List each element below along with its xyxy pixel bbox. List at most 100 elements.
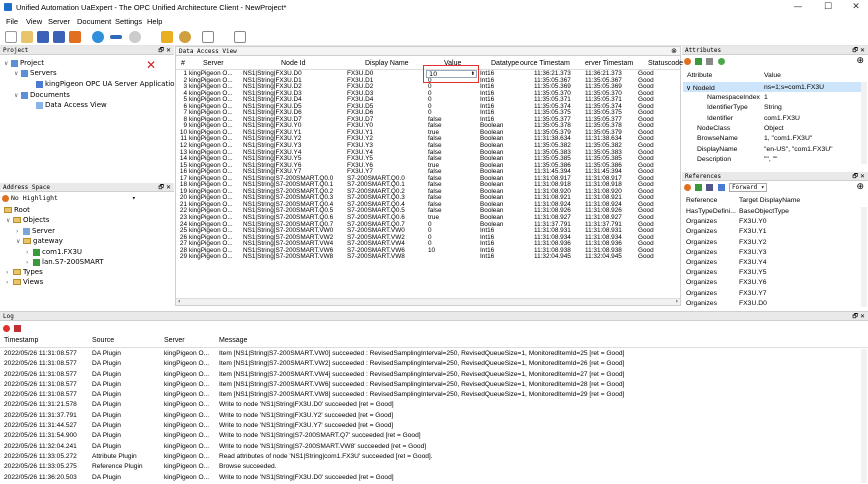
ref-target[interactable]: FX3U.D0 <box>739 300 767 307</box>
chevron-right-icon[interactable]: › <box>26 259 33 267</box>
remove-server-icon[interactable] <box>110 35 122 39</box>
panel-controls[interactable]: 🗗 ✕ <box>852 172 865 181</box>
ref-target[interactable]: FX3U.Y4 <box>739 259 767 266</box>
references-scrollbar[interactable] <box>861 207 867 307</box>
chevron-right-icon[interactable]: › <box>6 279 13 287</box>
ref-type[interactable]: Organizes <box>686 269 717 276</box>
ref-target[interactable]: FX3U.Y1 <box>739 228 767 235</box>
add-icon[interactable] <box>717 57 725 65</box>
ref-target[interactable]: FX3U.Y2 <box>739 239 767 246</box>
tree-item-com1-fx3u[interactable]: › com1.FX3U <box>26 248 82 257</box>
tree-item-lan-s7[interactable]: › lan.S7-200SMART <box>26 258 104 267</box>
chevron-down-icon[interactable]: ▾ <box>761 184 765 191</box>
ref-type[interactable]: Organizes <box>686 300 717 307</box>
tree-item-servers[interactable]: ∨ Servers <box>14 69 57 78</box>
add-server-icon[interactable] <box>92 31 104 43</box>
tree-item-server-app[interactable]: kingPigeon OPC UA Server Application <box>36 80 179 88</box>
tree-item-root[interactable]: Root <box>4 206 30 214</box>
col-displayname[interactable]: Display Name <box>365 60 409 67</box>
tree-item-server[interactable]: › Server <box>16 227 55 236</box>
log-col-source[interactable]: Source <box>92 337 114 344</box>
menu-document[interactable]: Document <box>77 17 111 26</box>
menu-settings[interactable]: Settings <box>115 17 142 26</box>
user-icon[interactable] <box>179 31 191 43</box>
spinner-icon[interactable]: ⬍ <box>471 71 475 78</box>
panel-controls[interactable]: 🗗 ✕ <box>852 46 865 55</box>
ref-type[interactable]: Organizes <box>686 218 717 225</box>
scroll-left-icon[interactable]: ‹ <box>178 298 180 305</box>
plus-icon[interactable]: ⊕ <box>856 182 864 192</box>
close-button[interactable]: ✕ <box>846 2 866 12</box>
tree-item-types[interactable]: › Types <box>6 268 43 277</box>
dav-tab[interactable]: Data Access View ⊗ <box>176 47 680 56</box>
chevron-down-icon[interactable]: ∨ <box>4 60 11 68</box>
plus-icon[interactable]: ⊕ <box>856 56 864 66</box>
ref-target[interactable]: FX3U.Y3 <box>739 249 767 256</box>
ref-target[interactable]: FX3U.Y7 <box>739 290 767 297</box>
minimize-button[interactable]: — <box>788 2 808 12</box>
chevron-down-icon[interactable]: ∨ <box>6 217 13 225</box>
ref-type[interactable]: Organizes <box>686 259 717 266</box>
value-editor-input[interactable]: 10 ⬍ <box>426 70 477 78</box>
log-scrollbar[interactable] <box>861 349 867 483</box>
save-log-icon[interactable] <box>14 324 22 332</box>
col-datatype[interactable]: Datatype <box>491 60 519 67</box>
save-project-icon[interactable] <box>37 31 49 43</box>
col-nodeid[interactable]: Node Id <box>281 60 306 67</box>
highlight-selector[interactable]: No Highlight ▾ <box>2 194 136 202</box>
chevron-down-icon[interactable]: ▾ <box>132 194 136 202</box>
col-server-ts[interactable]: erver Timestam <box>585 60 633 67</box>
ref-type[interactable]: Organizes <box>686 279 717 286</box>
arrow-icon[interactable] <box>717 184 725 191</box>
chevron-right-icon[interactable]: › <box>16 228 23 236</box>
stop-icon[interactable] <box>69 31 81 43</box>
col-source-ts[interactable]: ource Timestam <box>520 60 570 67</box>
log-col-server[interactable]: Server <box>164 337 185 344</box>
chevron-down-icon[interactable]: ∨ <box>16 238 23 246</box>
dav-cell[interactable]: 10 <box>428 247 442 255</box>
delete-icon[interactable]: ✕ <box>146 56 156 74</box>
tree-item-project[interactable]: ∨ Project <box>4 59 44 68</box>
panel-controls[interactable]: 🗗 ✕ <box>852 312 865 321</box>
attr-col-attribute[interactable]: Attribute <box>687 72 712 79</box>
tree-item-views[interactable]: › Views <box>6 278 43 287</box>
clear-log-icon[interactable] <box>3 324 10 332</box>
ref-type[interactable]: Organizes <box>686 249 717 256</box>
copy-icon[interactable] <box>234 31 246 43</box>
ref-type[interactable]: Organizes <box>686 239 717 246</box>
chevron-down-icon[interactable]: ∨ <box>14 70 21 78</box>
document-icon[interactable] <box>202 31 214 43</box>
ref-target[interactable]: BaseObjectType <box>739 208 789 215</box>
menu-view[interactable]: View <box>26 17 42 26</box>
check-icon[interactable] <box>695 57 703 65</box>
chevron-right-icon[interactable]: › <box>6 269 13 277</box>
col-server[interactable]: Server <box>203 60 224 67</box>
tree-item-objects[interactable]: ∨ Objects <box>6 216 49 225</box>
horizontal-scrollbar[interactable]: ‹ › <box>176 298 680 305</box>
scroll-right-icon[interactable]: › <box>676 298 678 305</box>
ref-col-reference[interactable]: Reference <box>686 197 717 204</box>
ref-target[interactable]: FX3U.Y6 <box>739 279 767 286</box>
attr-col-value[interactable]: Value <box>764 72 781 79</box>
ref-target[interactable]: FX3U.Y0 <box>739 218 767 225</box>
log-col-timestamp[interactable]: Timestamp <box>4 337 38 344</box>
chevron-down-icon[interactable]: ∨ <box>686 85 693 92</box>
maximize-button[interactable]: ☐ <box>818 2 838 12</box>
tree-item-documents[interactable]: ∨ Documents <box>14 91 70 100</box>
menu-file[interactable]: File <box>6 17 18 26</box>
save-as-icon[interactable] <box>53 31 65 43</box>
ref-col-target[interactable]: Target DisplayName <box>739 197 800 204</box>
check-icon[interactable] <box>695 184 703 191</box>
refresh-icon[interactable] <box>684 184 691 191</box>
tree-item-data-access-view[interactable]: Data Access View <box>36 101 107 109</box>
ref-target[interactable]: FX3U.Y5 <box>739 269 767 276</box>
chevron-right-icon[interactable]: › <box>26 249 33 257</box>
refresh-icon[interactable] <box>684 57 691 65</box>
menu-server[interactable]: Server <box>48 17 70 26</box>
chevron-down-icon[interactable]: ∨ <box>14 92 21 100</box>
ref-type[interactable]: Organizes <box>686 228 717 235</box>
pencil-icon[interactable] <box>706 57 714 65</box>
hierarchy-icon[interactable] <box>706 184 714 191</box>
col-index[interactable]: # <box>181 60 185 67</box>
col-statuscode[interactable]: Statuscode <box>648 60 683 67</box>
